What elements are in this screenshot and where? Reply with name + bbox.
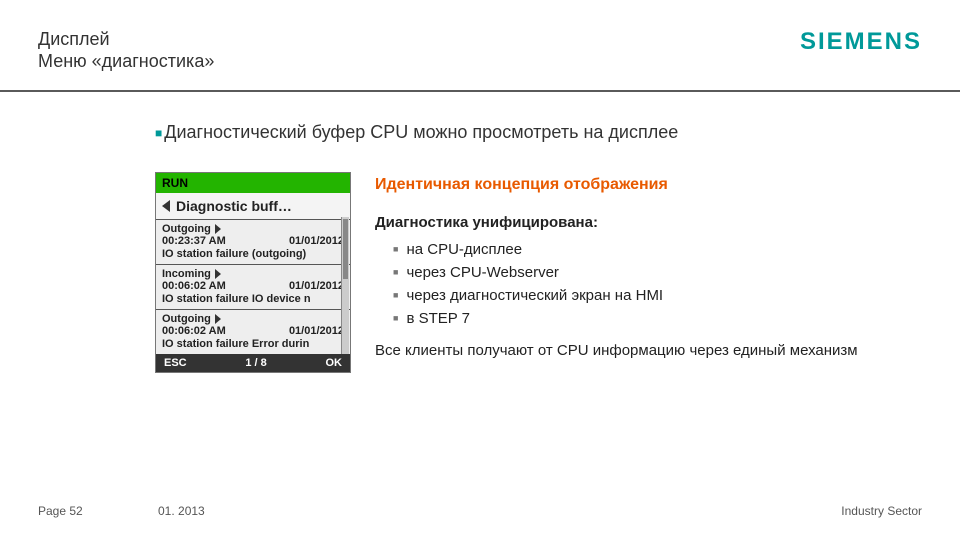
esc-button[interactable]: ESC — [164, 357, 187, 369]
entry-direction: Incoming — [162, 268, 211, 280]
lead-bullet: ■Диагностический буфер CPU можно просмот… — [155, 122, 678, 143]
header: Дисплей Меню «диагностика» SIEMENS — [38, 28, 922, 84]
entry-time: 00:23:37 AM — [162, 235, 226, 247]
slide-footer: Page 52 01. 2013 Industry Sector — [38, 504, 922, 518]
list-item: через диагностический экран на HMI — [393, 284, 920, 307]
list-item: на CPU-дисплее — [393, 238, 920, 261]
table-row[interactable]: Incoming 00:06:02 AM 01/01/2012 IO statio… — [156, 264, 350, 309]
lead-text: Диагностический буфер CPU можно просмотр… — [164, 122, 678, 142]
entry-date: 01/01/2012 — [289, 235, 344, 247]
section-heading: Идентичная концепция отображения — [375, 174, 920, 196]
bullet-icon: ■ — [155, 126, 162, 140]
chevron-right-icon — [215, 269, 221, 279]
divider — [0, 90, 960, 92]
entry-desc: IO station failure Error durin — [162, 338, 344, 350]
slide-title: Дисплей Меню «диагностика» — [38, 28, 214, 72]
title-line2: Меню «диагностика» — [38, 50, 214, 72]
scrollbar[interactable] — [341, 217, 349, 354]
list-item: через CPU-Webserver — [393, 261, 920, 284]
brand-logo: SIEMENS — [800, 28, 922, 56]
entry-date: 01/01/2012 — [289, 325, 344, 337]
entry-date: 01/01/2012 — [289, 280, 344, 292]
title-line1: Дисплей — [38, 28, 214, 50]
page-indicator: 1 / 8 — [245, 357, 266, 369]
scrollbar-thumb[interactable] — [343, 219, 348, 279]
entry-direction: Outgoing — [162, 223, 211, 235]
entry-time: 00:06:02 AM — [162, 280, 226, 292]
screen-title: Diagnostic buff… — [176, 198, 292, 214]
chevron-right-icon — [215, 314, 221, 324]
diagnostic-entries: Outgoing 00:23:37 AM 01/01/2012 IO statio… — [156, 219, 350, 354]
footer-date: 01. 2013 — [158, 504, 205, 518]
table-row[interactable]: Outgoing 00:06:02 AM 01/01/2012 IO statio… — [156, 309, 350, 354]
entry-desc: IO station failure IO device n — [162, 293, 344, 305]
cpu-footer: ESC 1 / 8 OK — [156, 354, 350, 372]
content-right: Идентичная концепция отображения Диагнос… — [375, 174, 920, 362]
footer-right: Industry Sector — [841, 504, 922, 518]
page-number: Page 52 — [38, 504, 83, 518]
slide: Дисплей Меню «диагностика» SIEMENS ■Диаг… — [0, 0, 960, 540]
table-row[interactable]: Outgoing 00:23:37 AM 01/01/2012 IO statio… — [156, 219, 350, 264]
intro-line: Диагностика унифицирована: — [375, 212, 920, 234]
back-arrow-icon[interactable] — [162, 200, 170, 212]
run-bar: RUN — [156, 173, 350, 193]
bullet-list: на CPU-дисплее через CPU-Webserver через… — [375, 238, 920, 330]
entry-desc: IO station failure (outgoing) — [162, 248, 344, 260]
screen-title-bar: Diagnostic buff… — [156, 193, 350, 219]
paragraph: Все клиенты получают от CPU информацию ч… — [375, 340, 920, 362]
cpu-display: RUN Diagnostic buff… Outgoing 00:23:37 A… — [155, 172, 351, 373]
entry-direction: Outgoing — [162, 313, 211, 325]
chevron-right-icon — [215, 224, 221, 234]
entry-time: 00:06:02 AM — [162, 325, 226, 337]
ok-button[interactable]: OK — [326, 357, 343, 369]
list-item: в STEP 7 — [393, 307, 920, 330]
